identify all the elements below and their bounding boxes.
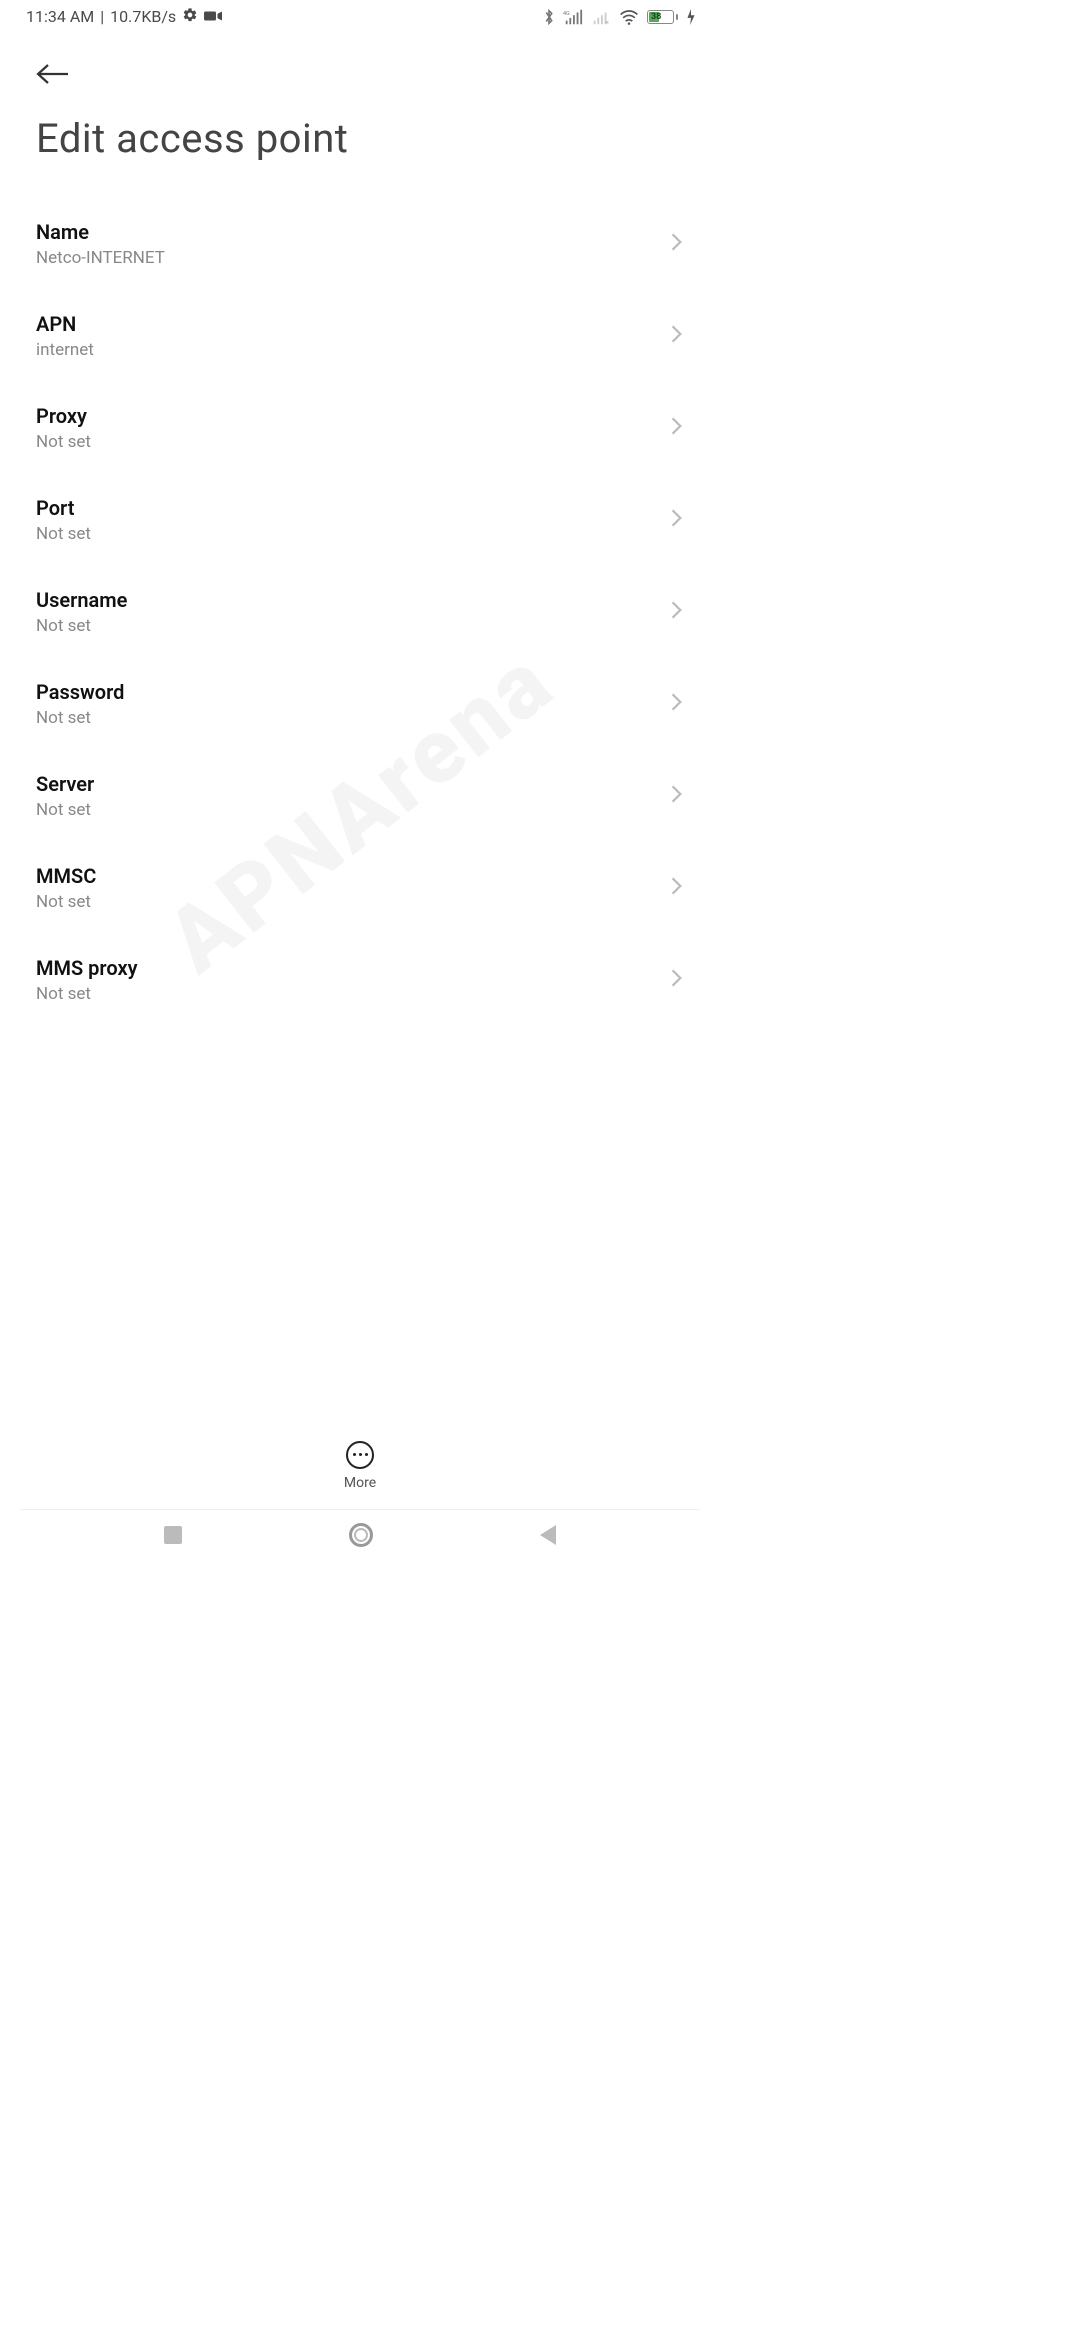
charging-icon <box>686 9 696 25</box>
setting-row-name[interactable]: Name Netco-INTERNET <box>0 198 720 290</box>
chevron-right-icon <box>670 967 684 993</box>
row-value: internet <box>36 340 670 360</box>
row-value: Not set <box>36 984 670 1004</box>
row-title: Proxy <box>36 404 670 428</box>
arrow-left-icon <box>36 62 70 86</box>
setting-row-username[interactable]: Username Not set <box>0 566 720 658</box>
bluetooth-icon <box>543 8 555 26</box>
back-button[interactable] <box>36 55 74 93</box>
chevron-right-icon <box>670 875 684 901</box>
status-time: 11:34 AM <box>26 7 94 26</box>
svg-text:×: × <box>606 18 610 25</box>
chevron-right-icon <box>670 783 684 809</box>
status-bar: 11:34 AM | 10.7KB/s 4G × 38 <box>0 0 720 33</box>
chevron-right-icon <box>670 415 684 441</box>
chevron-right-icon <box>670 691 684 717</box>
row-title: Password <box>36 680 670 704</box>
setting-row-server[interactable]: Server Not set <box>0 750 720 842</box>
setting-row-password[interactable]: Password Not set <box>0 658 720 750</box>
nav-recent-button[interactable] <box>164 1526 182 1544</box>
row-title: Port <box>36 496 670 520</box>
row-title: Server <box>36 772 670 796</box>
wifi-icon <box>619 9 639 25</box>
setting-row-mmsc[interactable]: MMSC Not set <box>0 842 720 934</box>
row-title: Name <box>36 220 670 244</box>
nav-back-button[interactable] <box>540 1525 556 1545</box>
status-net-speed: 10.7KB/s <box>110 7 176 26</box>
setting-row-mms-proxy[interactable]: MMS proxy Not set <box>0 934 720 1026</box>
signal-4g-icon: 4G <box>563 9 583 25</box>
row-value: Not set <box>36 800 670 820</box>
page-title: Edit access point <box>36 115 684 162</box>
svg-text:4G: 4G <box>563 11 570 17</box>
camera-icon <box>204 7 222 26</box>
row-value: Not set <box>36 616 670 636</box>
chevron-right-icon <box>670 323 684 349</box>
chevron-right-icon <box>670 507 684 533</box>
nav-bar <box>0 1510 720 1560</box>
settings-list: Name Netco-INTERNET APN internet Proxy N… <box>0 198 720 1026</box>
row-value: Not set <box>36 892 670 912</box>
row-value: Not set <box>36 432 670 452</box>
status-separator: | <box>100 7 104 26</box>
chevron-right-icon <box>670 599 684 625</box>
gear-icon <box>182 7 198 27</box>
bottom-action-bar: More <box>0 1420 720 1510</box>
more-label: More <box>344 1475 376 1491</box>
row-value: Not set <box>36 708 670 728</box>
row-title: MMS proxy <box>36 956 670 980</box>
row-value: Not set <box>36 524 670 544</box>
setting-row-port[interactable]: Port Not set <box>0 474 720 566</box>
row-title: MMSC <box>36 864 670 888</box>
battery-icon: 38 <box>647 10 678 24</box>
row-title: APN <box>36 312 670 336</box>
nav-home-button[interactable] <box>349 1523 373 1547</box>
row-value: Netco-INTERNET <box>36 248 670 268</box>
more-icon <box>346 1441 374 1469</box>
row-title: Username <box>36 588 670 612</box>
setting-row-apn[interactable]: APN internet <box>0 290 720 382</box>
setting-row-proxy[interactable]: Proxy Not set <box>0 382 720 474</box>
chevron-right-icon <box>670 231 684 257</box>
signal-nosim-icon: × <box>591 9 611 25</box>
more-button[interactable]: More <box>344 1441 376 1491</box>
